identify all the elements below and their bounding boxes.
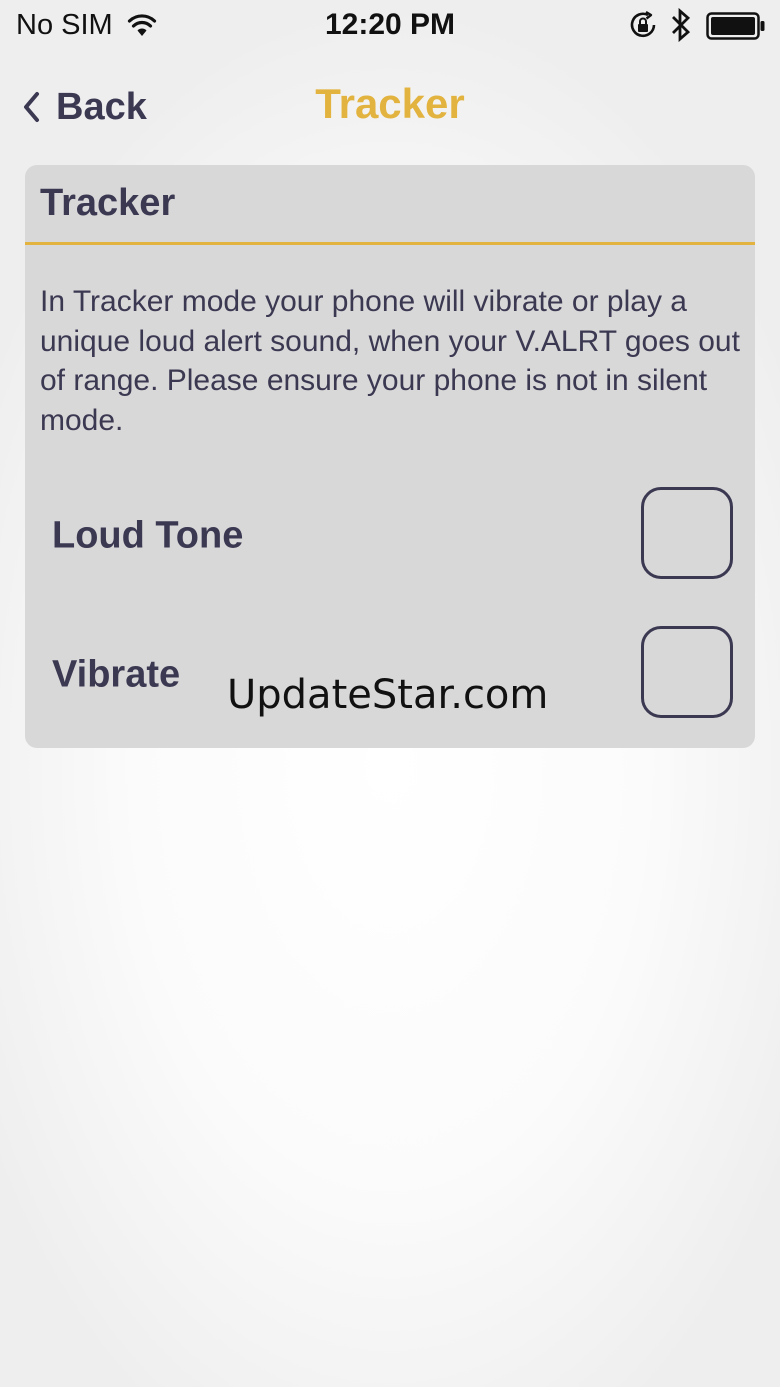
- page-title: Tracker: [315, 80, 465, 127]
- card-description: In Tracker mode your phone will vibrate …: [40, 285, 740, 437]
- battery-icon: [706, 12, 765, 40]
- option-row-loud-tone: Loud Tone: [25, 487, 755, 585]
- watermark-text: UpdateStar.com: [227, 672, 549, 718]
- card-title: Tracker: [40, 182, 176, 224]
- navigation-bar: Back Tracker: [0, 54, 780, 160]
- bluetooth-icon: [672, 8, 691, 42]
- vibrate-checkbox[interactable]: [641, 626, 733, 718]
- tracker-card: Tracker In Tracker mode your phone will …: [25, 165, 755, 748]
- rotation-lock-icon: [630, 10, 656, 38]
- loud-tone-checkbox[interactable]: [641, 487, 733, 579]
- status-time: 12:20 PM: [324, 8, 456, 41]
- vibrate-label: Vibrate: [52, 653, 181, 696]
- status-bar: No SIM 12:20 PM: [0, 0, 780, 54]
- loud-tone-label: Loud Tone: [52, 514, 244, 557]
- card-header: Tracker: [25, 165, 755, 245]
